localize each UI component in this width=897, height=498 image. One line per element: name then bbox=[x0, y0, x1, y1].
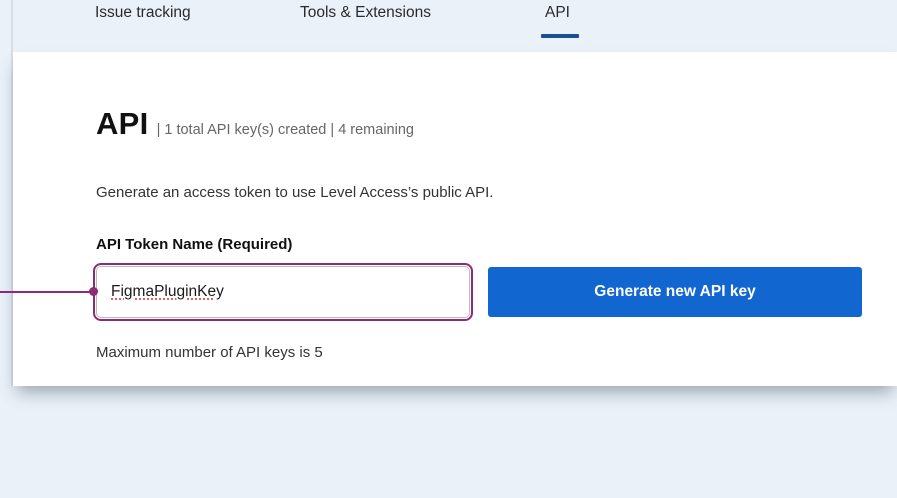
callout-line bbox=[0, 291, 92, 293]
page-title: API bbox=[96, 106, 149, 141]
token-name-input[interactable]: FigmaPluginKey bbox=[96, 266, 470, 318]
token-name-value: FigmaPluginKey bbox=[111, 283, 224, 300]
api-key-count: | 1 total API key(s) created | 4 remaini… bbox=[156, 122, 414, 138]
tab-api[interactable]: API bbox=[545, 4, 570, 22]
tab-tools-extensions[interactable]: Tools & Extensions bbox=[300, 4, 431, 22]
active-tab-indicator bbox=[541, 34, 579, 38]
heading-row: API | 1 total API key(s) created | 4 rem… bbox=[96, 106, 414, 142]
generate-api-key-button[interactable]: Generate new API key bbox=[488, 267, 862, 317]
api-panel: API | 1 total API key(s) created | 4 rem… bbox=[13, 52, 897, 386]
max-keys-note: Maximum number of API keys is 5 bbox=[96, 344, 323, 361]
api-description: Generate an access token to use Level Ac… bbox=[96, 184, 494, 201]
tab-bar: Issue tracking Tools & Extensions API bbox=[13, 0, 897, 52]
callout-dot bbox=[89, 287, 98, 296]
token-name-label: API Token Name (Required) bbox=[96, 236, 293, 253]
tab-issue-tracking[interactable]: Issue tracking bbox=[95, 4, 191, 22]
